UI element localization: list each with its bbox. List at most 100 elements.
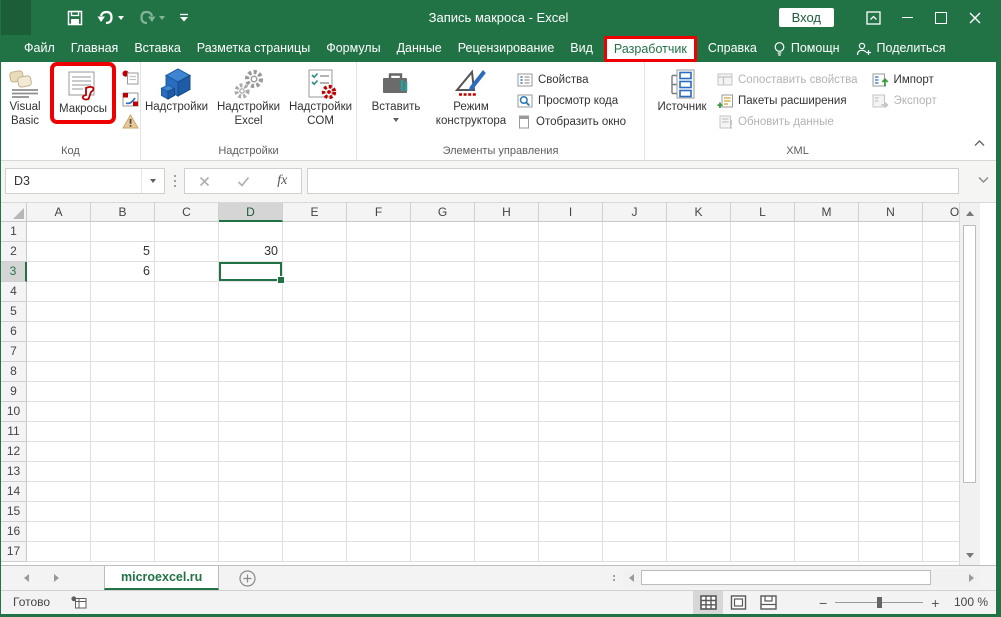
cell-H6[interactable] <box>475 322 539 342</box>
cell-M13[interactable] <box>795 462 859 482</box>
cell-C6[interactable] <box>155 322 219 342</box>
cell-O10[interactable] <box>923 402 959 422</box>
cell-O12[interactable] <box>923 442 959 462</box>
horizontal-scroll-thumb[interactable] <box>641 570 931 585</box>
column-header-K[interactable]: K <box>667 203 731 222</box>
cell-G9[interactable] <box>411 382 475 402</box>
cell-N17[interactable] <box>859 542 923 562</box>
cell-L15[interactable] <box>731 502 795 522</box>
cell-O3[interactable] <box>923 262 959 282</box>
cell-B6[interactable] <box>91 322 155 342</box>
cell-E9[interactable] <box>283 382 347 402</box>
cell-F5[interactable] <box>347 302 411 322</box>
cell-O16[interactable] <box>923 522 959 542</box>
column-header-M[interactable]: M <box>795 203 859 222</box>
fill-handle[interactable] <box>277 276 285 284</box>
cell-B5[interactable] <box>91 302 155 322</box>
import-button[interactable]: Импорт <box>872 71 937 88</box>
column-header-H[interactable]: H <box>475 203 539 222</box>
cell-B9[interactable] <box>91 382 155 402</box>
design-mode-button[interactable]: Режим конструктора <box>429 65 513 129</box>
cell-A13[interactable] <box>27 462 91 482</box>
tab-data[interactable]: Данные <box>389 35 450 62</box>
scroll-left-button[interactable] <box>623 569 639 587</box>
cell-M8[interactable] <box>795 362 859 382</box>
cell-H5[interactable] <box>475 302 539 322</box>
cell-D7[interactable] <box>219 342 283 362</box>
cell-L3[interactable] <box>731 262 795 282</box>
cell-M17[interactable] <box>795 542 859 562</box>
cell-G5[interactable] <box>411 302 475 322</box>
row-header-4[interactable]: 4 <box>1 282 27 302</box>
cell-E16[interactable] <box>283 522 347 542</box>
cell-O9[interactable] <box>923 382 959 402</box>
cell-O11[interactable] <box>923 422 959 442</box>
tab-help[interactable]: Справка <box>700 35 765 62</box>
cell-L11[interactable] <box>731 422 795 442</box>
cell-D9[interactable] <box>219 382 283 402</box>
cell-E5[interactable] <box>283 302 347 322</box>
vertical-scrollbar[interactable] <box>959 203 980 565</box>
cell-F9[interactable] <box>347 382 411 402</box>
row-header-7[interactable]: 7 <box>1 342 27 362</box>
tab-page-layout[interactable]: Разметка страницы <box>189 35 318 62</box>
cell-A8[interactable] <box>27 362 91 382</box>
cell-J11[interactable] <box>603 422 667 442</box>
select-all-button[interactable] <box>1 203 27 222</box>
cell-G8[interactable] <box>411 362 475 382</box>
cell-J17[interactable] <box>603 542 667 562</box>
scroll-up-button[interactable] <box>960 206 980 220</box>
cell-O8[interactable] <box>923 362 959 382</box>
cell-L1[interactable] <box>731 222 795 242</box>
cell-C2[interactable] <box>155 242 219 262</box>
cell-E7[interactable] <box>283 342 347 362</box>
insert-dropdown-icon[interactable] <box>393 118 399 122</box>
cell-N13[interactable] <box>859 462 923 482</box>
column-header-B[interactable]: B <box>91 203 155 222</box>
cell-K6[interactable] <box>667 322 731 342</box>
undo-button[interactable] <box>97 10 124 25</box>
next-sheet-button[interactable] <box>45 566 67 590</box>
cell-G16[interactable] <box>411 522 475 542</box>
cell-I12[interactable] <box>539 442 603 462</box>
minimize-button[interactable] <box>890 0 924 35</box>
row-header-3[interactable]: 3 <box>1 262 27 282</box>
cell-B8[interactable] <box>91 362 155 382</box>
record-macro-button[interactable] <box>120 68 140 87</box>
cell-M9[interactable] <box>795 382 859 402</box>
cell-M16[interactable] <box>795 522 859 542</box>
cell-B4[interactable] <box>91 282 155 302</box>
cell-C13[interactable] <box>155 462 219 482</box>
cell-N15[interactable] <box>859 502 923 522</box>
row-header-11[interactable]: 11 <box>1 422 27 442</box>
row-header-14[interactable]: 14 <box>1 482 27 502</box>
cell-E11[interactable] <box>283 422 347 442</box>
zoom-slider[interactable] <box>835 602 923 603</box>
cell-A1[interactable] <box>27 222 91 242</box>
cell-G10[interactable] <box>411 402 475 422</box>
cell-B17[interactable] <box>91 542 155 562</box>
row-header-2[interactable]: 2 <box>1 242 27 262</box>
previous-sheet-button[interactable] <box>15 566 37 590</box>
cell-L7[interactable] <box>731 342 795 362</box>
tab-file[interactable]: Файл <box>16 35 63 62</box>
cell-F17[interactable] <box>347 542 411 562</box>
zoom-slider-thumb[interactable] <box>877 597 882 608</box>
cell-A11[interactable] <box>27 422 91 442</box>
vertical-scroll-thumb[interactable] <box>963 225 976 483</box>
cell-C3[interactable] <box>155 262 219 282</box>
cell-J8[interactable] <box>603 362 667 382</box>
cell-F15[interactable] <box>347 502 411 522</box>
column-header-D[interactable]: D <box>219 203 283 222</box>
cell-M15[interactable] <box>795 502 859 522</box>
column-header-J[interactable]: J <box>603 203 667 222</box>
cell-B1[interactable] <box>91 222 155 242</box>
cell-A4[interactable] <box>27 282 91 302</box>
cell-M5[interactable] <box>795 302 859 322</box>
cell-L17[interactable] <box>731 542 795 562</box>
cell-H14[interactable] <box>475 482 539 502</box>
cell-N12[interactable] <box>859 442 923 462</box>
new-sheet-button[interactable] <box>239 570 256 592</box>
cell-C16[interactable] <box>155 522 219 542</box>
cell-E15[interactable] <box>283 502 347 522</box>
